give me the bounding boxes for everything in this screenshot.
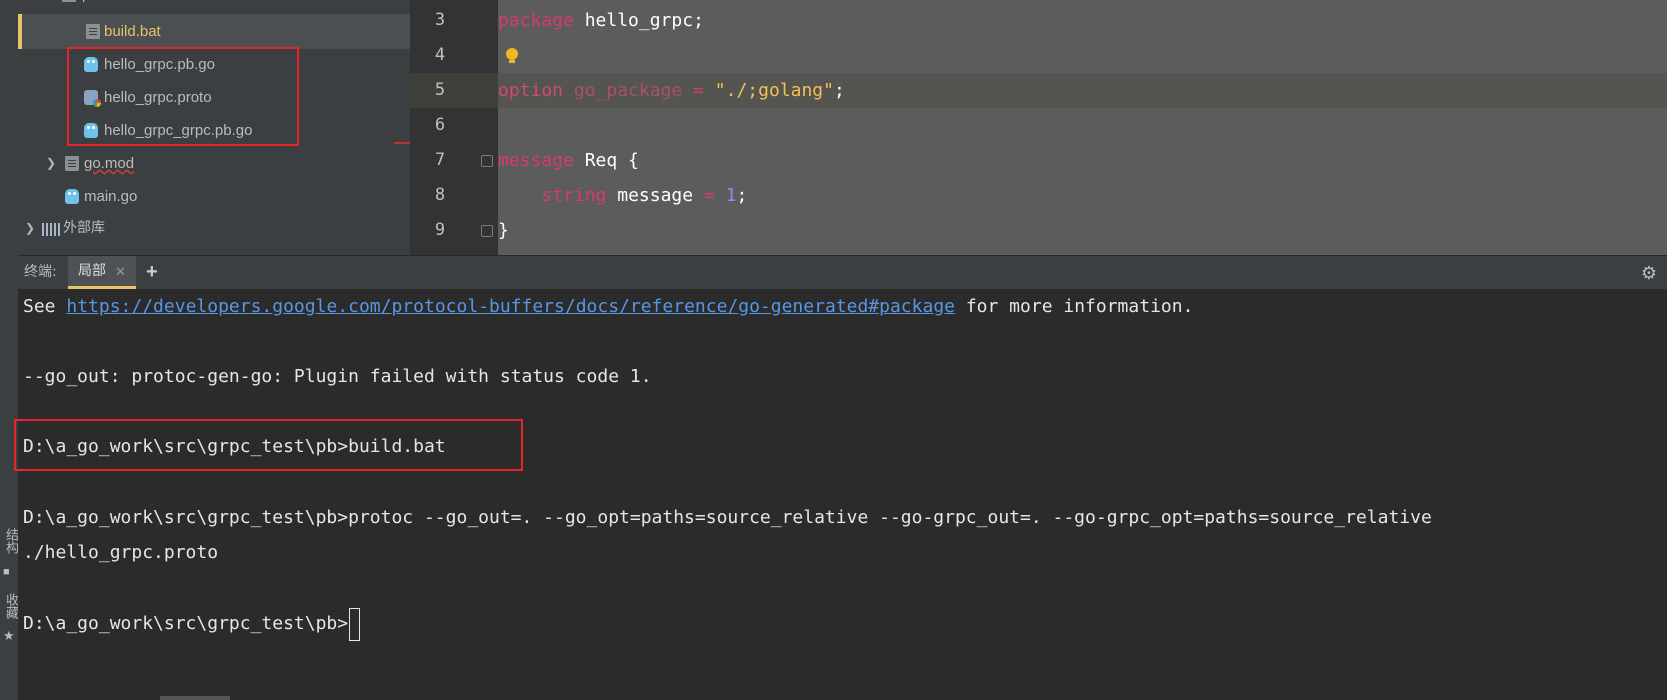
selection-marker: [18, 14, 22, 49]
line-number: 9: [434, 220, 446, 240]
tree-item-build-bat[interactable]: build.bat: [18, 14, 428, 49]
folder-icon: [62, 0, 76, 2]
line-number: 5: [434, 80, 446, 100]
line-number: 7: [434, 150, 446, 170]
code-line: message Req {: [498, 150, 639, 171]
docs-link[interactable]: https://developers.google.com/protocol-b…: [66, 296, 955, 317]
star-icon[interactable]: ★: [3, 628, 15, 644]
mod-file-icon: [65, 156, 79, 171]
terminal-output[interactable]: See https://developers.google.com/protoc…: [14, 289, 1667, 700]
tree-item-label: build.bat: [104, 23, 161, 40]
error-marker: [394, 142, 410, 144]
tree-item-label: main.go: [84, 188, 138, 205]
highlight-box-build-command: [14, 419, 523, 471]
code-line-current: option go_package = "./;golang";: [498, 73, 1667, 108]
library-icon: [42, 223, 60, 236]
terminal-line: See https://developers.google.com/protoc…: [23, 296, 1194, 317]
gear-icon[interactable]: ⚙: [1641, 263, 1657, 284]
line-number: 6: [434, 115, 446, 135]
code-line: }: [498, 220, 509, 241]
go-file-icon: [65, 189, 79, 204]
tree-item-go-mod[interactable]: ❯ go.mod: [18, 146, 428, 181]
tree-item-label: 外部库: [63, 220, 105, 236]
close-icon[interactable]: ✕: [115, 256, 126, 287]
horizontal-scrollbar[interactable]: [160, 696, 230, 700]
chevron-right-icon[interactable]: ❯: [25, 211, 35, 246]
folder-label-partial[interactable]: pb: [82, 0, 99, 3]
terminal-title: 终端:: [24, 264, 57, 280]
tree-item-main-go[interactable]: main.go: [18, 179, 428, 214]
terminal-line-protoc-command: D:\a_go_work\src\grpc_test\pb>protoc --g…: [23, 507, 1432, 528]
tree-item-label: go.mod: [84, 155, 135, 172]
code-line: string message = 1;: [541, 185, 748, 206]
chevron-right-icon[interactable]: ❯: [46, 146, 56, 181]
tree-item-external-libraries[interactable]: ❯ 外部库: [18, 211, 428, 246]
new-terminal-button[interactable]: +: [146, 256, 158, 288]
lightbulb-icon[interactable]: [506, 48, 518, 64]
structure-icon[interactable]: ■: [3, 566, 10, 578]
code-editor[interactable]: 3 4 5 6 7 8 9 package hello_grpc; option…: [410, 0, 1667, 255]
fold-close-icon[interactable]: [481, 225, 493, 237]
code-line: package hello_grpc;: [498, 10, 704, 31]
line-number: 8: [434, 185, 446, 205]
line-number: 4: [434, 45, 446, 65]
terminal-line-protoc-continuation: ./hello_grpc.proto: [23, 542, 219, 563]
left-tool-strip: 结构 ■ 收藏 ★: [0, 0, 19, 700]
line-number: 3: [434, 10, 446, 30]
project-tree-panel: pb build.bat hello_grpc.pb.go hello_grpc…: [18, 0, 438, 274]
terminal-toolbar: 终端: 局部 ✕ + ⚙: [18, 255, 1667, 289]
terminal-tab-label: 局部: [78, 263, 106, 279]
highlight-box-generated-files: [67, 47, 299, 146]
terminal-line: --go_out: protoc-gen-go: Plugin failed w…: [23, 366, 652, 387]
fold-open-icon[interactable]: [481, 155, 493, 167]
terminal-prompt-line: D:\a_go_work\src\grpc_test\pb>: [23, 606, 361, 641]
terminal-cursor: [349, 607, 361, 641]
batch-file-icon: [86, 24, 100, 39]
terminal-tab-local[interactable]: 局部 ✕: [68, 256, 136, 289]
